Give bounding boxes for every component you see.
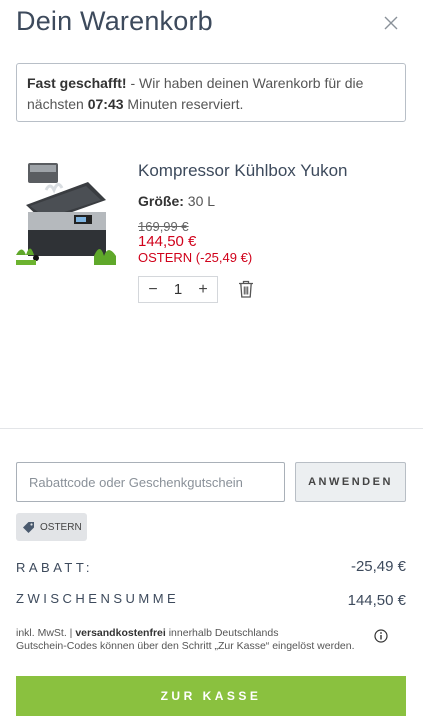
product-name[interactable]: Kompressor Kühlbox Yukon — [138, 161, 347, 181]
discount-note: OSTERN (-25,49 €) — [138, 250, 253, 265]
quantity-value[interactable]: 1 — [174, 281, 182, 298]
subtotal-value: 144,50 € — [347, 592, 406, 609]
increase-quantity-button[interactable]: + — [195, 281, 211, 299]
coupon-input[interactable] — [16, 462, 285, 502]
size-label: Größe: — [138, 193, 184, 209]
applied-coupon-code: OSTERN — [40, 521, 82, 533]
footer-notes: inkl. MwSt. | versandkostenfrei innerhal… — [16, 627, 376, 653]
size-value: 30 L — [183, 193, 216, 209]
tag-icon — [23, 522, 34, 533]
tax-note: inkl. MwSt. | — [16, 627, 76, 639]
trash-icon[interactable] — [236, 279, 256, 299]
info-icon[interactable] — [374, 629, 388, 643]
notice-timer: 07:43 — [87, 96, 124, 112]
checkout-button[interactable]: ZUR KASSE — [16, 676, 406, 716]
shipping-region: innerhalb Deutschlands — [165, 627, 279, 639]
apply-coupon-button[interactable]: ANWENDEN — [295, 462, 406, 502]
quantity-stepper: − 1 + — [138, 276, 218, 303]
decrease-quantity-button[interactable]: − — [145, 281, 161, 299]
applied-coupon-tag[interactable]: OSTERN — [16, 513, 87, 541]
notice-text-end: Minuten reserviert. — [123, 96, 244, 112]
product-size: Größe: 30 L — [138, 193, 215, 209]
subtotal-label: ZWISCHENSUMME — [16, 591, 180, 606]
discount-label: RABATT: — [16, 560, 93, 575]
shipping-note: inkl. MwSt. | versandkostenfrei innerhal… — [16, 627, 376, 640]
page-title: Dein Warenkorb — [16, 6, 213, 36]
product-image[interactable] — [16, 160, 116, 265]
divider — [0, 428, 423, 429]
sale-price: 144,50 € — [138, 233, 197, 250]
close-icon[interactable] — [381, 13, 401, 33]
notice-lead: Fast geschafft! — [27, 75, 127, 91]
original-price: 169,99 € — [138, 219, 189, 234]
shipping-free: versandkostenfrei — [75, 627, 166, 639]
coupon-note: Gutschein-Codes können über den Schritt … — [16, 640, 355, 652]
reservation-notice: Fast geschafft! - Wir haben deinen Waren… — [16, 63, 406, 122]
discount-value: -25,49 € — [350, 558, 406, 575]
